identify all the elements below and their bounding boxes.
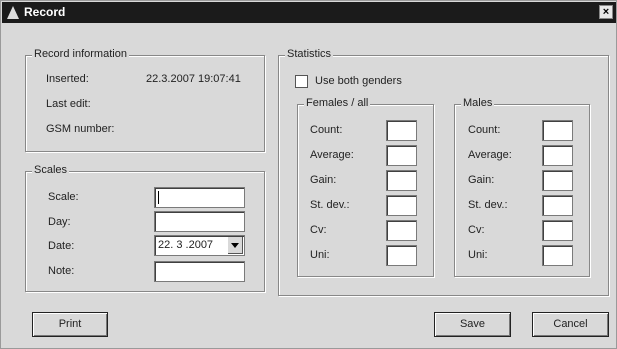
note-input[interactable] <box>154 261 245 282</box>
females-count-label: Count: <box>310 124 343 136</box>
save-button[interactable]: Save <box>434 312 511 337</box>
females-st-dev-label: St. dev.: <box>310 199 350 211</box>
females-average-field[interactable] <box>386 145 417 166</box>
record-information-group: Record information Inserted: 22.3.2007 1… <box>25 48 265 152</box>
males-st-dev-label: St. dev.: <box>468 199 508 211</box>
last-edit-label: Last edit: <box>46 98 91 110</box>
note-label: Note: <box>48 265 75 277</box>
males-uni-field[interactable] <box>542 245 573 266</box>
app-icon <box>7 6 19 19</box>
inserted-value: 22.3.2007 19:07:41 <box>146 73 241 85</box>
use-both-genders-checkbox[interactable] <box>295 75 308 88</box>
females-average-label: Average: <box>310 149 354 161</box>
statistics-legend: Statistics <box>285 48 334 60</box>
gsm-number-label: GSM number: <box>46 123 115 135</box>
males-count-label: Count: <box>468 124 501 136</box>
males-gain-field[interactable] <box>542 170 573 191</box>
title-bar[interactable]: Record × <box>2 2 616 23</box>
window-title: Record <box>24 5 66 19</box>
scale-label: Scale: <box>48 191 79 203</box>
statistics-group: Statistics Use both genders Females / al… <box>278 48 609 296</box>
females-uni-field[interactable] <box>386 245 417 266</box>
day-label: Day: <box>48 216 71 228</box>
females-cv-field[interactable] <box>386 220 417 241</box>
males-uni-label: Uni: <box>468 249 488 261</box>
date-label: Date: <box>48 240 75 252</box>
text-caret <box>158 191 159 204</box>
inserted-label: Inserted: <box>46 73 89 85</box>
scales-legend: Scales <box>32 164 70 176</box>
date-combobox[interactable]: 22. 3 .2007 <box>154 235 245 256</box>
day-input[interactable] <box>154 211 245 232</box>
record-information-legend: Record information <box>32 48 129 60</box>
females-all-group: Females / all Count: Average: Gain: St. … <box>297 97 434 277</box>
males-legend: Males <box>461 97 495 109</box>
females-gain-field[interactable] <box>386 170 417 191</box>
scale-input[interactable] <box>154 187 245 208</box>
females-gain-label: Gain: <box>310 174 337 186</box>
males-cv-label: Cv: <box>468 224 485 236</box>
scales-group: Scales Scale: Day: Date: Note: 22. 3 .20… <box>25 164 265 292</box>
males-gain-label: Gain: <box>468 174 495 186</box>
record-dialog: Record × Record information Inserted: 22… <box>0 0 617 349</box>
females-all-legend: Females / all <box>304 97 371 109</box>
males-cv-field[interactable] <box>542 220 573 241</box>
print-button[interactable]: Print <box>32 312 108 337</box>
males-average-label: Average: <box>468 149 512 161</box>
close-icon[interactable]: × <box>599 5 613 19</box>
females-uni-label: Uni: <box>310 249 330 261</box>
males-average-field[interactable] <box>542 145 573 166</box>
cancel-button[interactable]: Cancel <box>532 312 609 337</box>
females-count-field[interactable] <box>386 120 417 141</box>
date-combobox-value: 22. 3 .2007 <box>158 239 214 251</box>
males-group: Males Count: Average: Gain: St. dev.: Cv… <box>454 97 590 277</box>
chevron-down-icon[interactable] <box>227 237 243 254</box>
males-st-dev-field[interactable] <box>542 195 573 216</box>
males-count-field[interactable] <box>542 120 573 141</box>
use-both-genders-label[interactable]: Use both genders <box>315 75 402 87</box>
females-cv-label: Cv: <box>310 224 327 236</box>
females-st-dev-field[interactable] <box>386 195 417 216</box>
